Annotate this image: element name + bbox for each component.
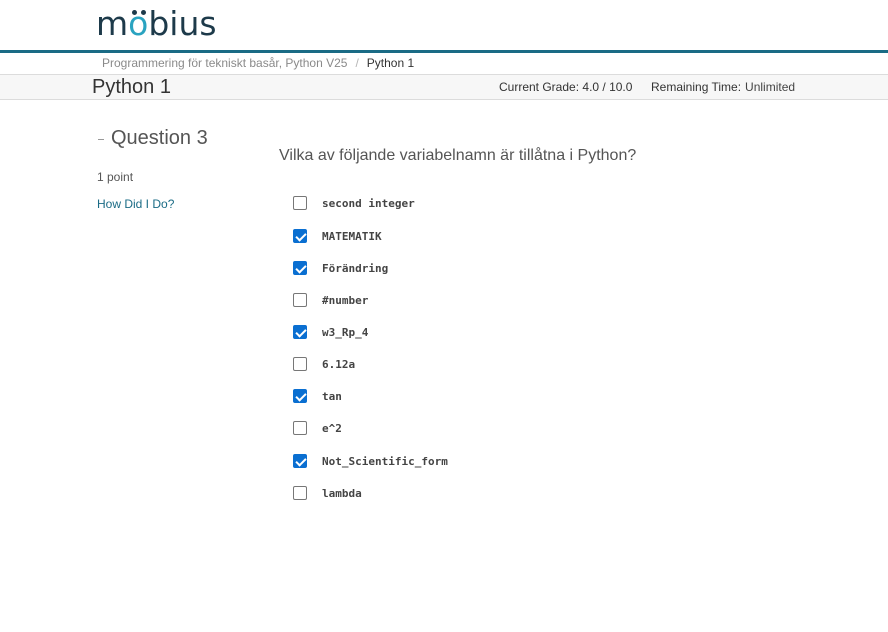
checkbox-checked[interactable] (293, 325, 307, 339)
option-label[interactable]: Förändring (322, 262, 388, 275)
answer-option[interactable]: Not_Scientific_form (293, 452, 448, 470)
mobius-logo[interactable]: mobius (96, 4, 217, 44)
breadcrumb-current: Python 1 (366, 56, 415, 70)
checkbox-checked[interactable] (293, 229, 307, 243)
checkbox-unchecked[interactable] (293, 486, 307, 500)
answer-option[interactable]: second integer (293, 194, 415, 212)
answer-option[interactable]: w3_Rp_4 (293, 323, 368, 341)
remaining-value: Unlimited (745, 80, 796, 94)
option-label[interactable]: second integer (322, 197, 415, 210)
answer-option[interactable]: Förändring (293, 259, 388, 277)
option-label[interactable]: #number (322, 294, 368, 307)
question-title: Question 3 (111, 127, 208, 149)
question-prompt: Vilka av följande variabelnamn är tillåt… (279, 147, 637, 164)
checkbox-unchecked[interactable] (293, 421, 307, 435)
remaining-label: Remaining Time: (651, 80, 742, 94)
checkbox-checked[interactable] (293, 389, 307, 403)
assignment-titlebar: Python 1 Current Grade: 4.0 / 10.0 Remai… (0, 74, 888, 100)
logo-text: mobius (96, 4, 217, 43)
question-points: 1 point (97, 170, 134, 184)
checkbox-unchecked[interactable] (293, 357, 307, 371)
checkbox-unchecked[interactable] (293, 196, 307, 210)
answer-option[interactable]: #number (293, 291, 368, 309)
current-grade: Current Grade: 4.0 / 10.0 (499, 80, 632, 95)
remaining-time: Remaining Time: Unlimited (651, 80, 795, 95)
breadcrumb: Programmering för tekniskt basår, Python… (102, 55, 414, 71)
option-label[interactable]: lambda (322, 487, 362, 500)
breadcrumb-course-link[interactable]: Programmering för tekniskt basår, Python… (102, 55, 347, 71)
answer-option[interactable]: MATEMATIK (293, 227, 382, 245)
question-heading[interactable]: Question 3 (98, 126, 208, 150)
option-label[interactable]: Not_Scientific_form (322, 455, 448, 468)
grade-value: 4.0 / 10.0 (582, 80, 633, 94)
header-accent-bar (0, 50, 888, 53)
option-label[interactable]: tan (322, 390, 342, 403)
grade-label: Current Grade: (499, 80, 580, 94)
collapse-icon[interactable] (98, 138, 104, 140)
answer-option[interactable]: lambda (293, 484, 362, 502)
how-did-i-do-link[interactable]: How Did I Do? (97, 197, 174, 211)
option-label[interactable]: w3_Rp_4 (322, 326, 368, 339)
breadcrumb-separator: / (355, 56, 359, 70)
option-label[interactable]: e^2 (322, 422, 342, 435)
answer-option[interactable]: e^2 (293, 419, 342, 437)
checkbox-unchecked[interactable] (293, 293, 307, 307)
checkbox-checked[interactable] (293, 261, 307, 275)
app-header: mobius (0, 0, 888, 50)
answer-option[interactable]: 6.12a (293, 355, 355, 373)
answer-option[interactable]: tan (293, 387, 342, 405)
option-label[interactable]: MATEMATIK (322, 230, 382, 243)
option-label[interactable]: 6.12a (322, 358, 355, 371)
checkbox-checked[interactable] (293, 454, 307, 468)
page-title: Python 1 (92, 76, 171, 98)
